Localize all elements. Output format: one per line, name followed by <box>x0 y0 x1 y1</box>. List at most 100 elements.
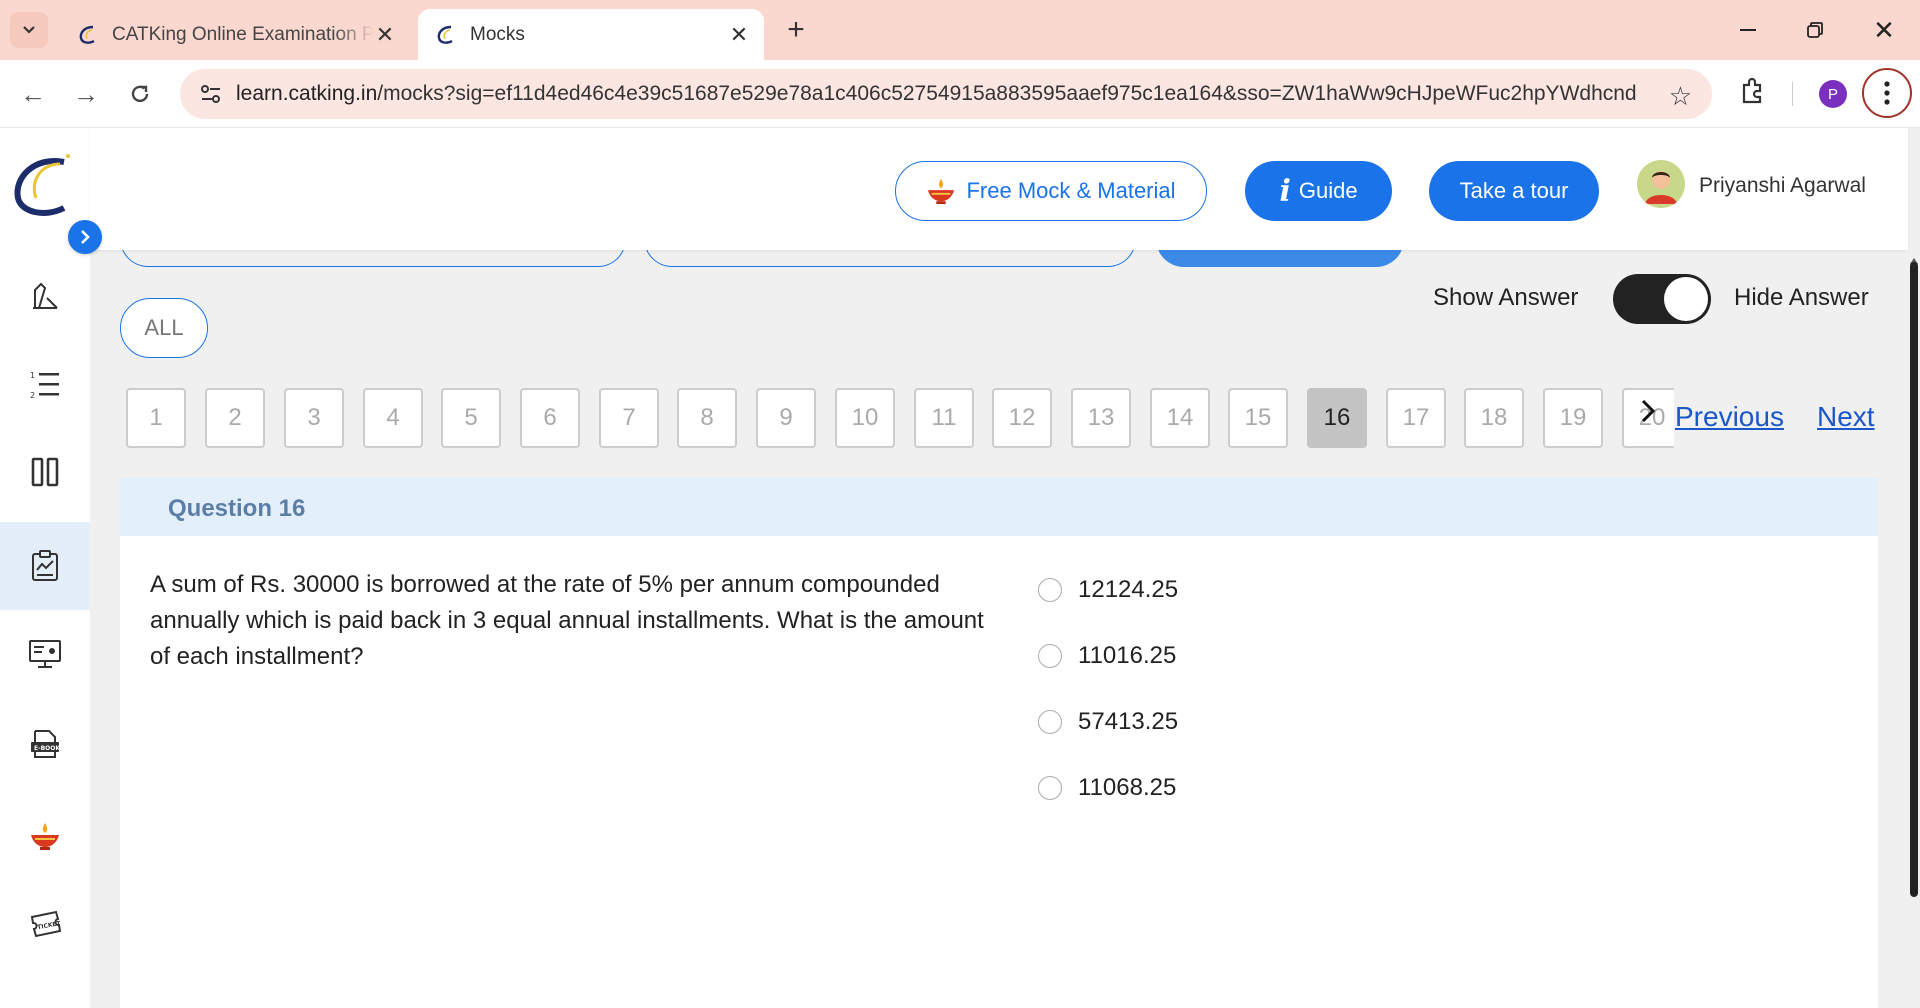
question-number-button[interactable]: 11 <box>914 388 974 448</box>
info-icon: i <box>1279 173 1291 209</box>
question-number-button[interactable]: 7 <box>599 388 659 448</box>
rail-monitor-icon[interactable] <box>0 610 90 698</box>
svg-text:1: 1 <box>30 371 35 380</box>
question-number-button[interactable]: 10 <box>835 388 895 448</box>
extensions-puzzle-icon[interactable] <box>1738 76 1770 108</box>
answer-option[interactable]: 11068.25 <box>1038 774 1176 802</box>
take-a-tour-button[interactable]: Take a tour <box>1429 161 1599 221</box>
bookmark-star-icon[interactable]: ☆ <box>1669 81 1692 112</box>
catking-logo[interactable] <box>10 150 74 220</box>
sidebar-expand-chevron-icon[interactable] <box>68 220 102 254</box>
browser-tab-catking[interactable]: CATKing Online Examination Platform ✕ <box>60 9 410 60</box>
scroll-right-chevron-icon[interactable] <box>1640 398 1656 432</box>
question-number-button-current[interactable]: 16 <box>1307 388 1367 448</box>
close-icon[interactable]: ✕ <box>728 22 750 47</box>
tab-title: Mocks <box>470 23 525 45</box>
rail-ticket-icon[interactable]: TICKET <box>0 880 90 968</box>
question-number-button[interactable]: 18 <box>1464 388 1524 448</box>
rail-pen-icon[interactable] <box>0 252 90 340</box>
option-label: 57413.25 <box>1078 708 1179 735</box>
browser-menu-icon[interactable] <box>1862 68 1912 118</box>
hide-answer-label: Hide Answer <box>1734 284 1869 311</box>
question-text: A sum of Rs. 30000 is borrowed at the ra… <box>150 571 984 670</box>
answer-option[interactable]: 57413.25 <box>1038 708 1178 736</box>
browser-toolbar: ← → learn.catking.in/mocks?sig=ef11d4ed4… <box>0 60 1920 128</box>
question-number-button[interactable]: 12 <box>992 388 1052 448</box>
rail-exam-clipboard-icon[interactable] <box>0 522 90 610</box>
question-number-button[interactable]: 13 <box>1071 388 1131 448</box>
toolbar-divider <box>1792 82 1793 106</box>
profile-avatar[interactable]: P <box>1819 80 1847 108</box>
previous-link[interactable]: Previous <box>1675 401 1784 433</box>
question-number-button[interactable]: 14 <box>1150 388 1210 448</box>
question-number-strip: 1 2 3 4 5 6 7 8 9 10 11 12 13 14 15 16 1… <box>126 388 1674 448</box>
radio-button[interactable] <box>1038 578 1062 602</box>
page-scrollbar-thumb[interactable] <box>1910 262 1918 897</box>
url-text: learn.catking.in/mocks?sig=ef11d4ed46c4e… <box>236 82 1636 106</box>
question-number-button[interactable]: 1 <box>126 388 186 448</box>
next-link[interactable]: Next <box>1817 401 1875 433</box>
tab-title: CATKing Online Examination Platform <box>112 23 374 45</box>
question-number-button[interactable]: 17 <box>1386 388 1446 448</box>
new-tab-plus-icon[interactable]: + <box>780 13 812 46</box>
guide-label: Guide <box>1298 178 1358 203</box>
app-header: Free Mock & Material i Guide Take a tour… <box>90 128 1908 250</box>
svg-text:TICKET: TICKET <box>37 920 62 931</box>
free-mock-label: Free Mock & Material <box>966 178 1176 203</box>
question-number-button[interactable]: 8 <box>677 388 737 448</box>
question-number-button[interactable]: 2 <box>205 388 265 448</box>
question-body: A sum of Rs. 30000 is borrowed at the ra… <box>120 536 1878 1008</box>
answer-option[interactable]: 12124.25 <box>1038 576 1178 604</box>
minimize-icon[interactable] <box>1726 10 1770 50</box>
user-avatar[interactable] <box>1637 160 1685 208</box>
browser-tabstrip: CATKing Online Examination Platform ✕ Mo… <box>0 0 1920 60</box>
diya-icon <box>928 178 955 205</box>
back-arrow-icon[interactable]: ← <box>15 76 51 112</box>
option-label: 12124.25 <box>1078 576 1179 603</box>
question-number-button[interactable]: 4 <box>363 388 423 448</box>
question-number-button[interactable]: 6 <box>520 388 580 448</box>
tab-search-icon[interactable] <box>10 12 48 48</box>
toggle-knob <box>1664 277 1708 321</box>
site-settings-icon[interactable] <box>186 84 236 104</box>
rail-ebook-icon[interactable]: E-BOOK <box>0 700 90 788</box>
question-number-button[interactable]: 9 <box>756 388 816 448</box>
forward-arrow-icon[interactable]: → <box>68 76 104 112</box>
svg-text:2: 2 <box>30 391 35 400</box>
rail-diya-icon[interactable] <box>0 792 90 880</box>
window-close-icon[interactable]: ✕ <box>1862 10 1906 50</box>
guide-button[interactable]: i Guide <box>1245 161 1392 221</box>
question-number-button[interactable]: 19 <box>1543 388 1603 448</box>
radio-button[interactable] <box>1038 710 1062 734</box>
url-path: /mocks?sig=ef11d4ed46c4e39c51687e529e78a… <box>377 82 1636 105</box>
browser-tab-mocks[interactable]: Mocks ✕ <box>418 9 764 60</box>
catking-favicon-icon <box>76 23 100 47</box>
rail-list-icon[interactable]: 12 <box>0 340 90 428</box>
restore-icon[interactable] <box>1793 10 1837 50</box>
left-sidebar: 12 E-BOOK TICKET <box>0 128 90 1008</box>
answer-toggle[interactable] <box>1613 274 1711 324</box>
tour-label: Take a tour <box>1459 178 1569 203</box>
scroll-up-arrow-icon[interactable] <box>1909 252 1919 264</box>
show-answer-label: Show Answer <box>1433 284 1579 311</box>
answer-option[interactable]: 11016.25 <box>1038 642 1176 670</box>
radio-button[interactable] <box>1038 644 1062 668</box>
url-host: learn.catking.in <box>236 82 378 105</box>
option-label: 11016.25 <box>1078 642 1177 669</box>
free-mock-button[interactable]: Free Mock & Material <box>895 161 1207 221</box>
option-label: 11068.25 <box>1078 774 1177 801</box>
question-number-button[interactable]: 5 <box>441 388 501 448</box>
catking-favicon-icon <box>434 23 458 47</box>
question-number-button[interactable]: 15 <box>1228 388 1288 448</box>
question-header: Question 16 <box>120 478 1878 536</box>
reload-icon[interactable] <box>122 76 158 112</box>
question-number-button[interactable]: 3 <box>284 388 344 448</box>
svg-text:E-BOOK: E-BOOK <box>34 745 60 752</box>
address-bar[interactable]: learn.catking.in/mocks?sig=ef11d4ed46c4e… <box>180 69 1712 119</box>
radio-button[interactable] <box>1038 776 1062 800</box>
rail-columns-icon[interactable] <box>0 428 90 516</box>
close-icon[interactable]: ✕ <box>374 22 396 47</box>
user-name[interactable]: Priyanshi Agarwal <box>1699 174 1866 198</box>
question-heading: Question 16 <box>168 495 306 522</box>
filter-all-button[interactable]: ALL <box>120 298 208 358</box>
